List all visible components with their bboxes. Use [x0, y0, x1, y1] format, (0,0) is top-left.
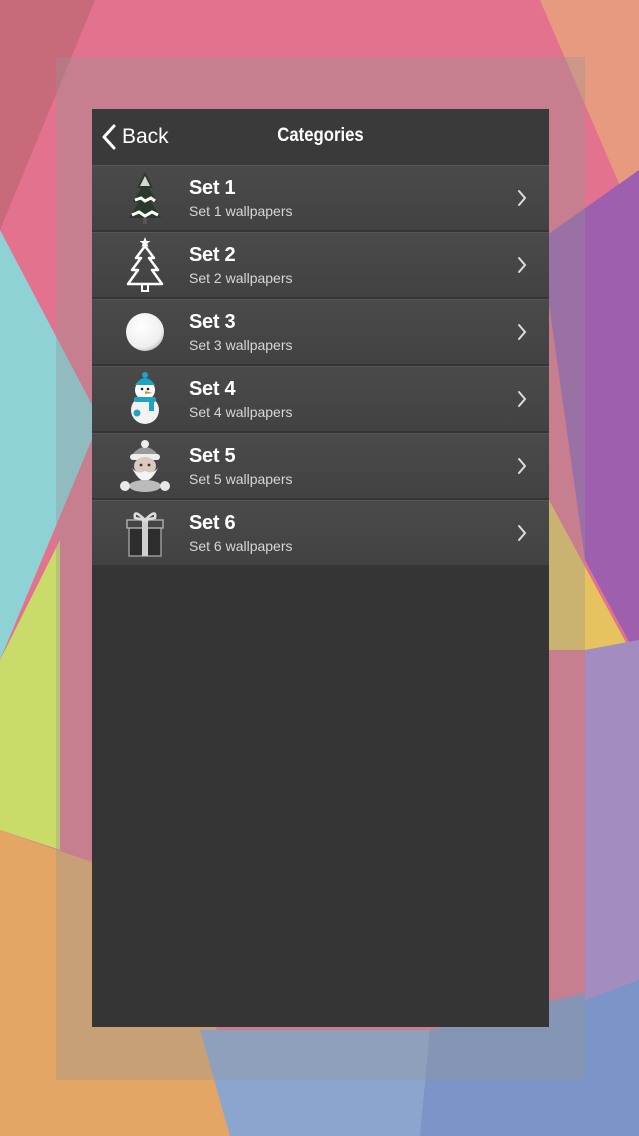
category-subtitle: Set 4 wallpapers	[189, 404, 293, 420]
category-subtitle: Set 3 wallpapers	[189, 337, 293, 353]
navigation-bar: Back Categories	[92, 109, 549, 165]
chevron-right-icon	[518, 324, 527, 340]
list-item-set-4[interactable]: Set 4 Set 4 wallpapers	[92, 366, 549, 431]
chevron-right-icon	[518, 525, 527, 541]
category-name: Set 5	[189, 445, 236, 467]
list-item-set-6[interactable]: Set 6 Set 6 wallpapers	[92, 500, 549, 565]
chevron-left-icon	[102, 124, 116, 150]
white-ball-icon	[117, 304, 173, 360]
santa-claus-icon	[117, 438, 173, 494]
christmas-tree-outline-icon	[117, 237, 173, 293]
chevron-right-icon	[518, 458, 527, 474]
categories-panel: Back Categories Set 1 Set 1 wallpapers S…	[92, 109, 549, 1027]
list-item-set-3[interactable]: Set 3 Set 3 wallpapers	[92, 299, 549, 364]
category-name: Set 2	[189, 244, 236, 266]
category-subtitle: Set 1 wallpapers	[189, 203, 293, 219]
category-subtitle: Set 6 wallpapers	[189, 538, 293, 554]
category-name: Set 3	[189, 311, 236, 333]
gift-box-icon	[117, 505, 173, 561]
list-item-set-5[interactable]: Set 5 Set 5 wallpapers	[92, 433, 549, 498]
chevron-right-icon	[518, 257, 527, 273]
chevron-right-icon	[518, 190, 527, 206]
chevron-right-icon	[518, 391, 527, 407]
category-name: Set 6	[189, 512, 236, 534]
category-name: Set 1	[189, 177, 236, 199]
category-list: Set 1 Set 1 wallpapers Set 2 Set 2 wallp…	[92, 165, 549, 567]
category-subtitle: Set 2 wallpapers	[189, 270, 293, 286]
list-item-set-2[interactable]: Set 2 Set 2 wallpapers	[92, 232, 549, 297]
christmas-tree-snow-icon	[117, 170, 173, 226]
snowman-icon	[117, 371, 173, 427]
list-item-set-1[interactable]: Set 1 Set 1 wallpapers	[92, 165, 549, 230]
page-title: Categories	[277, 125, 364, 146]
category-subtitle: Set 5 wallpapers	[189, 471, 293, 487]
category-name: Set 4	[189, 378, 236, 400]
